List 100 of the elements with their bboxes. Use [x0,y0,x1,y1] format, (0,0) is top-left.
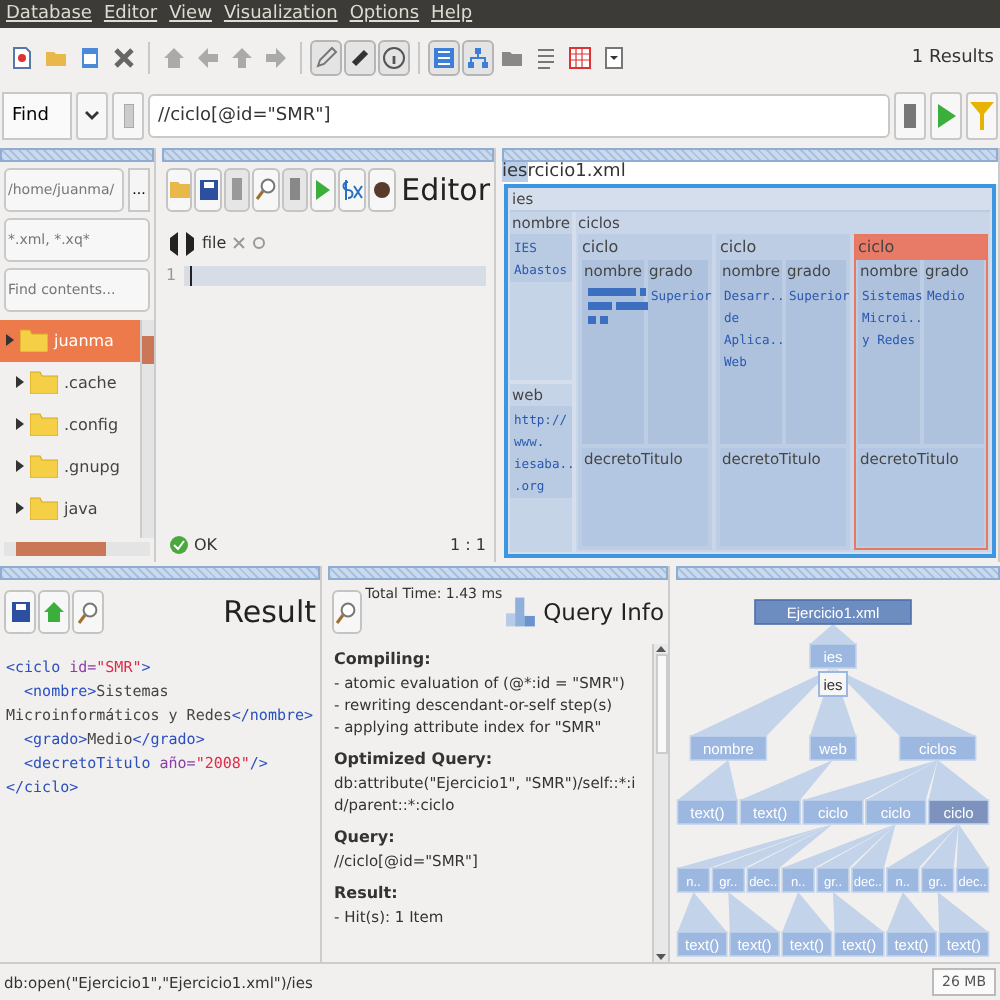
menu-item[interactable]: Editor [103,3,158,24]
variables-button[interactable] [338,167,367,212]
floppy-icon [199,179,218,200]
section-heading: Result: [334,882,400,907]
scroll-down-icon[interactable] [656,951,666,962]
expand-arrow-icon[interactable] [6,334,14,347]
dropdown-icon [602,45,626,70]
section-heading: Query: [334,826,397,851]
home-icon [162,45,186,70]
bar-icon [231,178,242,201]
tree-edge [677,892,727,933]
close-icon[interactable] [232,236,247,251]
folder-item[interactable]: .gnupg [0,445,140,488]
section-heading: Optimized Query: [334,748,495,773]
panel-handle[interactable] [0,147,154,162]
tree-edge [782,892,832,933]
menu-item[interactable]: Database [6,3,92,24]
format-button[interactable] [368,167,396,212]
menu-item[interactable]: Options [349,3,420,24]
scrollbar[interactable] [140,319,154,539]
node-label: ciclo [718,235,759,260]
scroll-up-icon[interactable] [656,644,666,655]
dropdown-button[interactable] [76,91,108,140]
panel-title: Query Info [543,598,664,627]
filter-button[interactable] [966,91,998,140]
play-icon [316,179,331,200]
expand-arrow-icon[interactable] [16,376,24,389]
query-field[interactable]: //ciclo[@id="SMR"] [148,93,890,138]
up-icon [230,45,254,70]
folder-icon [30,370,58,395]
forward-icon [264,45,288,70]
editor-tab[interactable]: file [202,234,227,253]
expand-arrow-icon[interactable] [16,418,24,431]
tree-edge [937,892,989,933]
expand-arrow-icon[interactable] [16,460,24,473]
menu-item[interactable]: Help [431,3,473,24]
node-label: ciclo [580,235,621,260]
table-icon [568,45,592,70]
search-icon [336,601,357,624]
panel-handle[interactable] [0,566,320,581]
menu-item[interactable]: View [169,3,212,24]
run-button[interactable] [930,91,962,140]
save-button[interactable] [194,167,222,212]
stop-button[interactable] [281,167,308,212]
panel-title: Editor [401,171,491,208]
panel-handle[interactable] [162,147,494,162]
info-button[interactable] [378,39,410,76]
pencil-button[interactable] [310,39,342,76]
mode-dropdown[interactable]: Find [2,91,72,140]
browse-button[interactable]: ... [128,167,150,212]
folder-item[interactable]: juanma [0,319,140,362]
logo-icon [168,229,196,258]
node-label: ciclo [856,235,986,260]
folder-icon [30,496,58,521]
status-text: OK [194,536,218,555]
cursor-position: 1 : 1 [450,536,486,555]
map-view-button[interactable] [428,39,460,76]
menu-item[interactable]: Visualization [223,3,338,24]
stop-icon [289,178,300,201]
scrollbar[interactable] [652,644,668,962]
map-view[interactable] [504,183,996,559]
results-count: 1 Results [911,47,994,68]
window-icon [78,45,102,70]
stop-button[interactable] [894,91,926,140]
panel-handle[interactable] [502,147,998,162]
info-icon [382,45,406,70]
pin-icon[interactable] [252,236,267,251]
home-icon [44,602,64,623]
search-icon [255,178,276,201]
panel-handle[interactable] [328,566,668,581]
close-icon [112,45,136,70]
tree-edge [833,892,884,933]
expand-arrow-icon[interactable] [16,502,24,515]
play-icon [937,103,955,128]
folder-item[interactable]: java [0,487,140,530]
floppy-icon [11,602,29,623]
new-file-icon [10,45,34,70]
document-tab[interactable]: rcicio1.xml [527,162,626,183]
node-label: ies [502,162,528,183]
tree-edge [728,892,780,933]
section-heading: Compiling: [334,648,433,673]
run-button[interactable] [309,167,337,212]
search-button[interactable] [72,590,104,635]
dollar-x-icon [340,179,365,200]
line-number: 1 [166,265,178,288]
back-icon [196,45,220,70]
folder-item[interactable]: .config [0,403,140,446]
scrollbar[interactable] [4,542,150,557]
bar-icon [123,103,133,128]
chevron-down-icon [84,109,100,122]
map-view-icon [432,45,456,70]
search-button[interactable] [332,590,362,635]
panel-handle[interactable] [676,566,1000,581]
tree-view-button[interactable] [462,39,494,76]
tree-edge [886,892,937,933]
folder-icon [20,328,48,353]
search-button[interactable] [252,167,279,212]
stop-icon [904,103,916,128]
save-button[interactable] [4,590,36,635]
folder-item[interactable]: .cache [0,361,140,404]
